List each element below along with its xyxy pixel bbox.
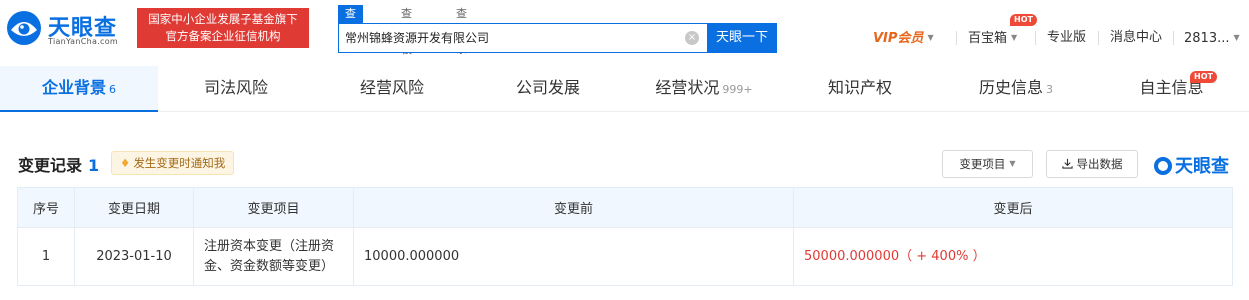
column-header: 变更项目	[193, 187, 354, 228]
search-tab-boss[interactable]: 查老板	[401, 5, 412, 56]
vip-label: VIP会员	[873, 31, 924, 46]
search-input[interactable]: 常州锦蜂资源开发有限公司 ×	[338, 23, 707, 53]
column-header: 序号	[17, 187, 75, 228]
tab-operating-risk[interactable]: 经营风险	[314, 66, 470, 112]
tab-label: 知识产权	[827, 78, 892, 97]
divider	[1173, 31, 1174, 45]
treasure-box-menu[interactable]: 百宝箱 ▼	[968, 28, 1017, 49]
chevron-down-icon: ▼	[1009, 159, 1016, 168]
hot-badge: HOT	[1010, 14, 1037, 26]
filter-label: 变更项目	[959, 157, 1006, 171]
divider	[1035, 31, 1036, 45]
company-tab-bar: 企业背景 6 司法风险 经营风险 公司发展 经营状况 999+ 知识产权 历史信息 3…	[0, 66, 1249, 112]
section-title: 变更记录 1	[18, 152, 99, 176]
tab-count: 999+	[722, 83, 753, 96]
tab-count: 3	[1046, 83, 1053, 96]
user-menu[interactable]: 2813... ▼	[1184, 28, 1240, 49]
divider	[956, 31, 957, 45]
vip-menu[interactable]: VIP会员 ▼	[873, 28, 934, 49]
tab-enterprise-background[interactable]: 企业背景 6	[0, 66, 158, 112]
cell-after: 50000.000000（ + 400% ）	[793, 227, 1233, 286]
notify-on-change-button[interactable]: ♦ 发生变更时通知我	[111, 151, 235, 175]
search-tab-relation[interactable]: 查关系	[456, 5, 467, 56]
tab-label: 经营风险	[359, 78, 424, 97]
tab-judicial-risk[interactable]: 司法风险	[158, 66, 314, 112]
cell-date: 2023-01-10	[74, 227, 194, 286]
logo-domain: TianYanCha.com	[48, 37, 118, 46]
tab-label: 历史信息	[978, 78, 1043, 97]
column-header: 变更后	[793, 187, 1233, 228]
download-icon	[1061, 158, 1073, 169]
tab-history-info[interactable]: 历史信息 3	[938, 66, 1094, 112]
bell-icon: ♦	[120, 156, 131, 170]
tab-self-info[interactable]: 自主信息	[1094, 66, 1249, 112]
cell-no: 1	[17, 227, 75, 286]
divider	[1098, 31, 1099, 45]
change-record-table: 序号 变更日期 变更项目 变更前 变更后 1 2023-01-10 注册资本变更…	[17, 187, 1233, 286]
table-row: 1 2023-01-10 注册资本变更（注册资金、资金数额等变更） 10000.…	[17, 227, 1233, 286]
chevron-down-icon: ▼	[1233, 33, 1240, 42]
chevron-down-icon: ▼	[1011, 33, 1018, 42]
search-input-value: 常州锦蜂资源开发有限公司	[345, 31, 490, 45]
tab-company-development[interactable]: 公司发展	[470, 66, 626, 112]
section-title-text: 变更记录	[18, 156, 83, 175]
export-data-button[interactable]: 导出数据	[1046, 150, 1138, 178]
notify-label: 发生变更时通知我	[133, 156, 226, 170]
change-item-filter[interactable]: 变更项目 ▼	[942, 150, 1033, 178]
tab-label: 司法风险	[203, 78, 268, 97]
section-count: 1	[88, 156, 100, 175]
treasure-box-label: 百宝箱	[968, 31, 1008, 46]
slogan-banner: 国家中小企业发展子基金旗下 官方备案企业征信机构	[137, 8, 309, 48]
tab-intellectual-property[interactable]: 知识产权	[782, 66, 938, 112]
top-header: 天眼查 TianYanCha.com 国家中小企业发展子基金旗下 官方备案企业征…	[0, 0, 1249, 64]
cell-item: 注册资本变更（注册资金、资金数额等变更）	[193, 227, 354, 286]
clear-icon[interactable]: ×	[685, 31, 699, 45]
tab-count: 6	[109, 83, 116, 96]
slogan-line-1: 国家中小企业发展子基金旗下	[148, 12, 298, 26]
search-button[interactable]: 天眼一下	[707, 23, 777, 53]
tab-label: 经营状况	[655, 78, 720, 97]
table-header-row: 序号 变更日期 变更项目 变更前 变更后	[17, 187, 1233, 228]
chevron-down-icon: ▼	[927, 33, 934, 42]
tianyancha-logo-icon	[7, 11, 41, 45]
export-label: 导出数据	[1076, 157, 1123, 171]
message-center-link[interactable]: 消息中心	[1110, 28, 1162, 48]
tab-operating-status[interactable]: 经营状况 999+	[626, 66, 782, 112]
logo[interactable]: 天眼查 TianYanCha.com	[6, 8, 128, 48]
tab-label: 企业背景	[41, 78, 106, 97]
hot-badge: HOT	[1190, 71, 1217, 83]
pro-version-link[interactable]: 专业版	[1047, 28, 1086, 48]
watermark-text: 天眼查	[1175, 156, 1229, 177]
tab-label: 公司发展	[515, 78, 580, 97]
column-header: 变更前	[353, 187, 794, 228]
slogan-line-2: 官方备案企业征信机构	[165, 29, 281, 43]
cell-before: 10000.000000	[353, 227, 794, 286]
user-name: 2813...	[1184, 31, 1230, 46]
column-header: 变更日期	[74, 187, 194, 228]
tianyancha-watermark: 天眼查	[1154, 152, 1229, 178]
tianyancha-logo-icon	[1154, 157, 1172, 175]
search-tab-company[interactable]: 查公司	[338, 5, 363, 56]
